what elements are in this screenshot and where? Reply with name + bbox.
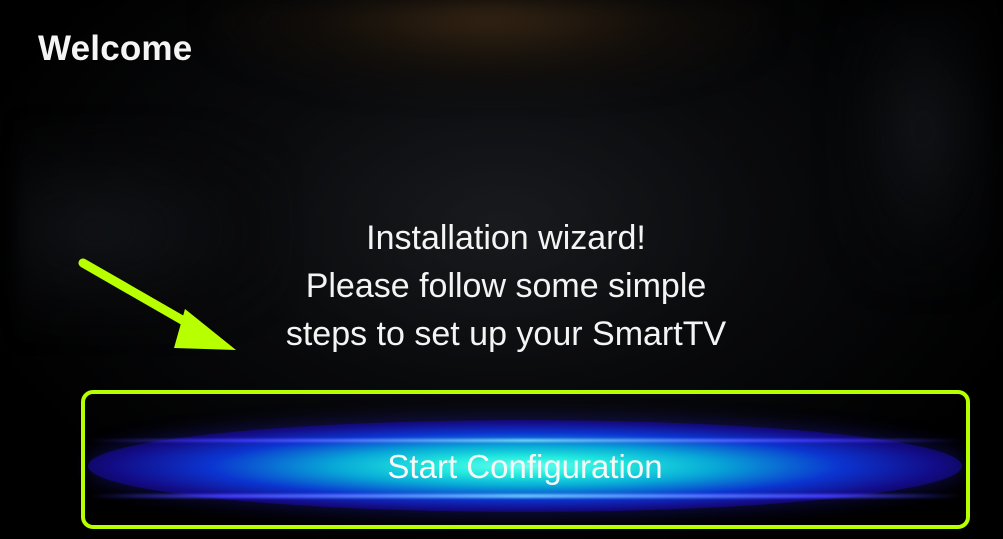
- background-right-glow: [835, 0, 995, 290]
- arrow-down-right-icon: [78, 258, 236, 350]
- start-configuration-label: Start Configuration: [387, 448, 663, 485]
- installation-message: Installation wizard! Please follow some …: [216, 214, 796, 358]
- message-line-3: steps to set up your SmartTV: [285, 315, 727, 353]
- message-line-1: Installation wizard!: [366, 219, 646, 257]
- background-top-glow: [210, 0, 770, 95]
- smarttv-welcome-screen: Welcome Installation wizard! Please foll…: [0, 0, 1003, 539]
- arrow-head: [174, 309, 236, 350]
- start-configuration-button[interactable]: Start Configuration: [88, 420, 962, 512]
- message-line-2: Please follow some simple: [305, 267, 707, 305]
- page-title: Welcome: [38, 29, 193, 68]
